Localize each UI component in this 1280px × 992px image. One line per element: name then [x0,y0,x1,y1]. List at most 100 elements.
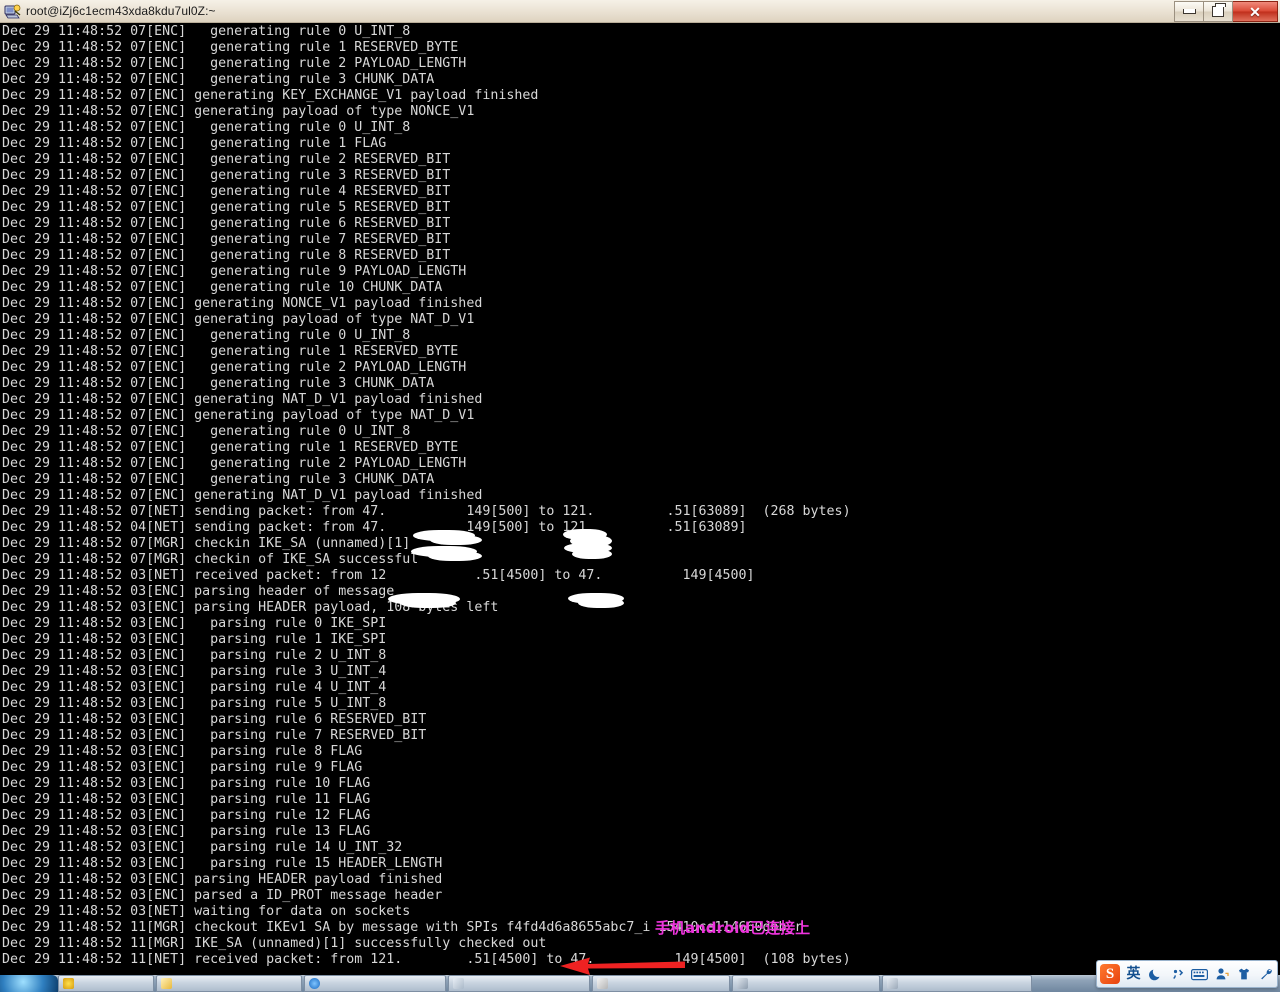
sogou-logo-letter: S [1100,964,1120,984]
terminal-line: Dec 29 11:48:52 03[ENC] parsing rule 9 F… [2,760,363,775]
redaction-blob [428,551,482,561]
terminal-line: Dec 29 11:48:52 07[ENC] generating paylo… [2,312,475,327]
soft-keyboard-icon[interactable] [1191,964,1208,984]
terminal-line: Dec 29 11:48:52 03[NET] received packet:… [2,568,755,583]
terminal-line: Dec 29 11:48:52 07[ENC] generating paylo… [2,408,475,423]
redaction-blob [430,535,482,545]
terminal-line: Dec 29 11:48:52 07[ENC] generating paylo… [2,104,475,119]
taskbar-item-icon [161,978,172,989]
close-button[interactable]: ✕ [1233,1,1278,22]
terminal-line: Dec 29 11:48:52 07[ENC] generating rule … [2,24,411,39]
sogou-logo-icon[interactable]: S [1100,964,1120,984]
terminal-line: Dec 29 11:48:52 11[NET] received packet:… [2,952,851,967]
terminal-line: Dec 29 11:48:52 07[ENC] generating NONCE… [2,296,483,311]
skin-icon[interactable] [1235,964,1252,984]
terminal-line: Dec 29 11:48:52 03[ENC] parsing rule 12 … [2,808,371,823]
terminal-line: Dec 29 11:48:52 07[NET] sending packet: … [2,504,851,519]
terminal-line: Dec 29 11:48:52 07[ENC] generating rule … [2,344,459,359]
terminal-output-area[interactable]: Dec 29 11:48:52 07[ENC] generating rule … [0,23,1280,976]
terminal-line: Dec 29 11:48:52 03[ENC] parsing rule 10 … [2,776,371,791]
annotation-text: 手机android已连接上 [655,919,811,937]
terminal-line: Dec 29 11:48:52 03[ENC] parsing rule 5 U… [2,696,387,711]
window-controls: ✕ [1174,1,1278,22]
terminal-line: Dec 29 11:48:52 03[ENC] parsing rule 8 F… [2,744,363,759]
terminal-line: Dec 29 11:48:52 03[ENC] parsing rule 4 U… [2,680,387,695]
terminal-line: Dec 29 11:48:52 03[ENC] parsing rule 0 I… [2,616,387,631]
terminal-line: Dec 29 11:48:52 07[ENC] generating NAT_D… [2,392,483,407]
taskbar[interactable] [0,975,1280,992]
taskbar-item-icon [597,978,608,989]
terminal-line: Dec 29 11:48:52 07[ENC] generating rule … [2,200,451,215]
terminal-line: Dec 29 11:48:52 03[ENC] parsing rule 13 … [2,824,371,839]
terminal-line: Dec 29 11:48:52 07[ENC] generating rule … [2,472,435,487]
terminal-line: Dec 29 11:48:52 07[ENC] generating rule … [2,376,435,391]
terminal-line: Dec 29 11:48:52 03[ENC] parsed a ID_PROT… [2,888,443,903]
terminal-line: Dec 29 11:48:52 03[ENC] parsing rule 2 U… [2,648,387,663]
terminal-line: Dec 29 11:48:52 07[ENC] generating rule … [2,168,451,183]
taskbar-item[interactable] [882,975,1032,992]
terminal-line: Dec 29 11:48:52 07[ENC] generating rule … [2,184,451,199]
taskbar-item[interactable] [156,975,302,992]
taskbar-item[interactable] [448,975,590,992]
minimize-button[interactable] [1174,1,1204,22]
terminal-line: Dec 29 11:48:52 03[ENC] parsing rule 11 … [2,792,371,807]
screen: root@iZj6c1ecm43xda8kdu7ul0Z:~ ✕ Dec 29 … [0,0,1280,992]
taskbar-item-icon [63,978,74,989]
terminal-line: Dec 29 11:48:52 07[ENC] generating rule … [2,152,451,167]
terminal-line: Dec 29 11:48:52 03[ENC] parsing rule 7 R… [2,728,427,743]
taskbar-item[interactable] [732,975,880,992]
taskbar-item-icon [737,978,748,989]
moon-icon[interactable] [1147,964,1164,984]
taskbar-item[interactable] [304,975,446,992]
terminal-line: Dec 29 11:48:52 11[MGR] IKE_SA (unnamed)… [2,936,547,951]
putty-terminal-icon [4,3,21,20]
taskbar-item-icon [887,978,898,989]
terminal-line: Dec 29 11:48:52 03[ENC] parsing rule 15 … [2,856,443,871]
terminal-line: Dec 29 11:48:52 07[ENC] generating KEY_E… [2,88,539,103]
taskbar-item[interactable] [592,975,730,992]
restore-button[interactable] [1204,1,1233,22]
redaction-blob [572,549,612,559]
terminal-line: Dec 29 11:48:52 07[ENC] generating rule … [2,264,467,279]
terminal-line: Dec 29 11:48:52 03[ENC] parsing rule 3 U… [2,664,387,679]
terminal-line: Dec 29 11:48:52 07[ENC] generating rule … [2,424,411,439]
terminal-line: Dec 29 11:48:52 07[ENC] generating rule … [2,136,387,151]
settings-wrench-icon[interactable] [1257,964,1274,984]
terminal-line: Dec 29 11:48:52 07[ENC] generating rule … [2,280,443,295]
taskbar-item-icon [309,978,320,989]
terminal-line: Dec 29 11:48:52 07[ENC] generating rule … [2,232,451,247]
redaction-blob [578,598,624,608]
terminal-line: Dec 29 11:48:52 07[ENC] generating rule … [2,40,459,55]
close-icon: ✕ [1249,3,1261,20]
restore-icon [1212,3,1226,17]
terminal-line: Dec 29 11:48:52 07[ENC] generating rule … [2,360,467,375]
window-titlebar[interactable]: root@iZj6c1ecm43xda8kdu7ul0Z:~ ✕ [0,0,1280,23]
ime-language-mode-label: 英 [1126,966,1141,982]
terminal-line: Dec 29 11:48:52 07[ENC] generating rule … [2,120,411,135]
terminal-line: Dec 29 11:48:52 07[ENC] generating rule … [2,72,435,87]
terminal-line: Dec 29 11:48:52 07[ENC] generating rule … [2,456,467,471]
terminal-window: root@iZj6c1ecm43xda8kdu7ul0Z:~ ✕ Dec 29 … [0,0,1280,976]
sogou-ime-toolbar[interactable]: S 英 [1096,960,1278,988]
terminal-line: Dec 29 11:48:52 07[ENC] generating rule … [2,216,451,231]
start-button[interactable] [0,975,58,992]
red-arrow-annotation [560,957,685,975]
terminal-line: Dec 29 11:48:52 07[ENC] generating rule … [2,328,411,343]
terminal-line: Dec 29 11:48:52 07[ENC] generating rule … [2,56,467,71]
minimize-icon [1182,9,1196,14]
window-title: root@iZj6c1ecm43xda8kdu7ul0Z:~ [26,4,216,18]
ime-language-mode-button[interactable]: 英 [1125,964,1142,984]
redaction-blob [400,598,456,608]
terminal-line: Dec 29 11:48:52 03[ENC] parsing rule 14 … [2,840,403,855]
terminal-line: Dec 29 11:48:52 03[ENC] parsing rule 1 I… [2,632,387,647]
taskbar-item-icon [453,978,464,989]
punctuation-icon[interactable] [1169,964,1186,984]
terminal-line: Dec 29 11:48:52 07[ENC] generating rule … [2,248,451,263]
user-icon[interactable] [1213,964,1230,984]
terminal-line: Dec 29 11:48:52 03[ENC] parsing HEADER p… [2,872,443,887]
terminal-log-lines: Dec 29 11:48:52 07[ENC] generating rule … [2,24,851,968]
terminal-line: Dec 29 11:48:52 07[ENC] generating NAT_D… [2,488,483,503]
terminal-line: Dec 29 11:48:52 03[ENC] parsing rule 6 R… [2,712,427,727]
taskbar-item[interactable] [58,975,154,992]
terminal-line: Dec 29 11:48:52 07[ENC] generating rule … [2,440,459,455]
